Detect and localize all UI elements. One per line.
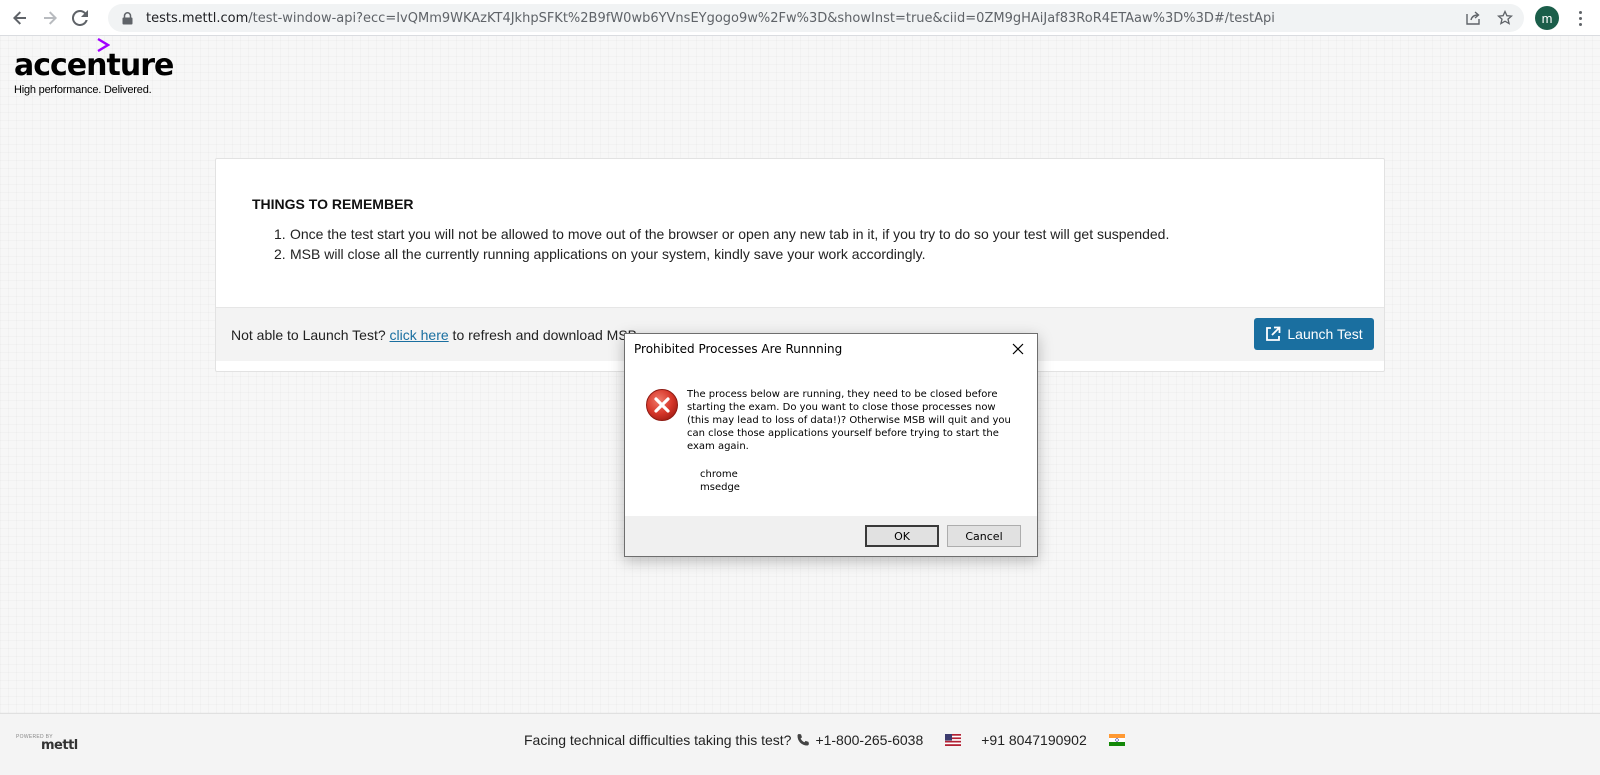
rule-text: Once the test start you will not be allo…	[290, 226, 1170, 242]
profile-avatar[interactable]: m	[1535, 6, 1559, 30]
reload-icon[interactable]	[70, 8, 90, 28]
launch-help-message: Not able to Launch Test? click here to r…	[231, 327, 637, 343]
logo-wordmark: accenture	[14, 48, 174, 83]
rule-number: 1.	[274, 226, 286, 242]
india-phone-number[interactable]: +91 8047190902	[981, 732, 1087, 748]
url-path: /test-window-api?ecc=IvQMm9WKAzKT4JkhpSF…	[248, 10, 1275, 26]
bookmark-star-icon[interactable]	[1496, 9, 1514, 27]
process-item: msedge	[700, 482, 740, 493]
share-icon[interactable]	[1464, 9, 1482, 27]
refresh-link[interactable]: click here	[390, 327, 449, 343]
logo-tagline: High performance. Delivered.	[14, 84, 152, 96]
forward-icon[interactable]	[40, 8, 60, 28]
url-host: tests.mettl.com	[146, 10, 249, 26]
prohibited-processes-dialog: Prohibited Processes Are Runnning The pr…	[624, 333, 1038, 557]
rule-item: 1. Once the test start you will not be a…	[274, 224, 1170, 244]
dialog-message: The process below are running, they need…	[687, 389, 1011, 452]
support-contact-row: Facing technical difficulties taking thi…	[524, 732, 1145, 748]
launch-test-label: Launch Test	[1287, 326, 1363, 342]
dialog-title: Prohibited Processes Are Runnning	[634, 342, 843, 356]
us-phone-number[interactable]: +1-800-265-6038	[815, 732, 923, 748]
rule-number: 2.	[274, 246, 286, 262]
card-title: THINGS TO REMEMBER	[252, 196, 414, 212]
ok-button[interactable]: OK	[865, 525, 939, 547]
dialog-button-bar: OK Cancel	[625, 516, 1037, 556]
support-help-text: Facing technical difficulties taking thi…	[524, 732, 792, 748]
powered-by-mettl-logo: POWERED BY mettl	[16, 734, 86, 754]
launch-help-suffix: to refresh and download MSB	[448, 326, 638, 343]
rules-list: 1. Once the test start you will not be a…	[274, 224, 1170, 264]
support-footer: POWERED BY mettl Facing technical diffic…	[0, 713, 1600, 775]
accenture-logo: accenture High performance. Delivered.	[14, 38, 174, 98]
browser-menu-icon[interactable]	[1572, 6, 1588, 30]
back-icon[interactable]	[10, 8, 30, 28]
process-list: chrome msedge	[700, 468, 740, 494]
us-flag-icon	[945, 734, 962, 746]
cancel-button[interactable]: Cancel	[947, 525, 1021, 547]
close-icon[interactable]	[1009, 340, 1027, 358]
error-icon	[646, 389, 678, 421]
mettl-brand: mettl	[41, 738, 78, 753]
rule-text: MSB will close all the currently running…	[290, 246, 926, 262]
external-link-icon	[1266, 326, 1281, 341]
india-flag-icon	[1108, 734, 1125, 746]
launch-help-prefix: Not able to Launch Test?	[231, 326, 390, 343]
address-bar[interactable]: tests.mettl.com/test-window-api?ecc=IvQM…	[108, 4, 1524, 32]
rule-item: 2. MSB will close all the currently runn…	[274, 244, 1169, 264]
process-item: chrome	[700, 469, 738, 480]
launch-test-button[interactable]: Launch Test	[1254, 318, 1374, 350]
lock-icon[interactable]	[120, 11, 134, 25]
url-text: tests.mettl.com/test-window-api?ecc=IvQM…	[146, 11, 1456, 26]
phone-icon	[796, 733, 810, 747]
browser-toolbar: tests.mettl.com/test-window-api?ecc=IvQM…	[0, 0, 1600, 36]
